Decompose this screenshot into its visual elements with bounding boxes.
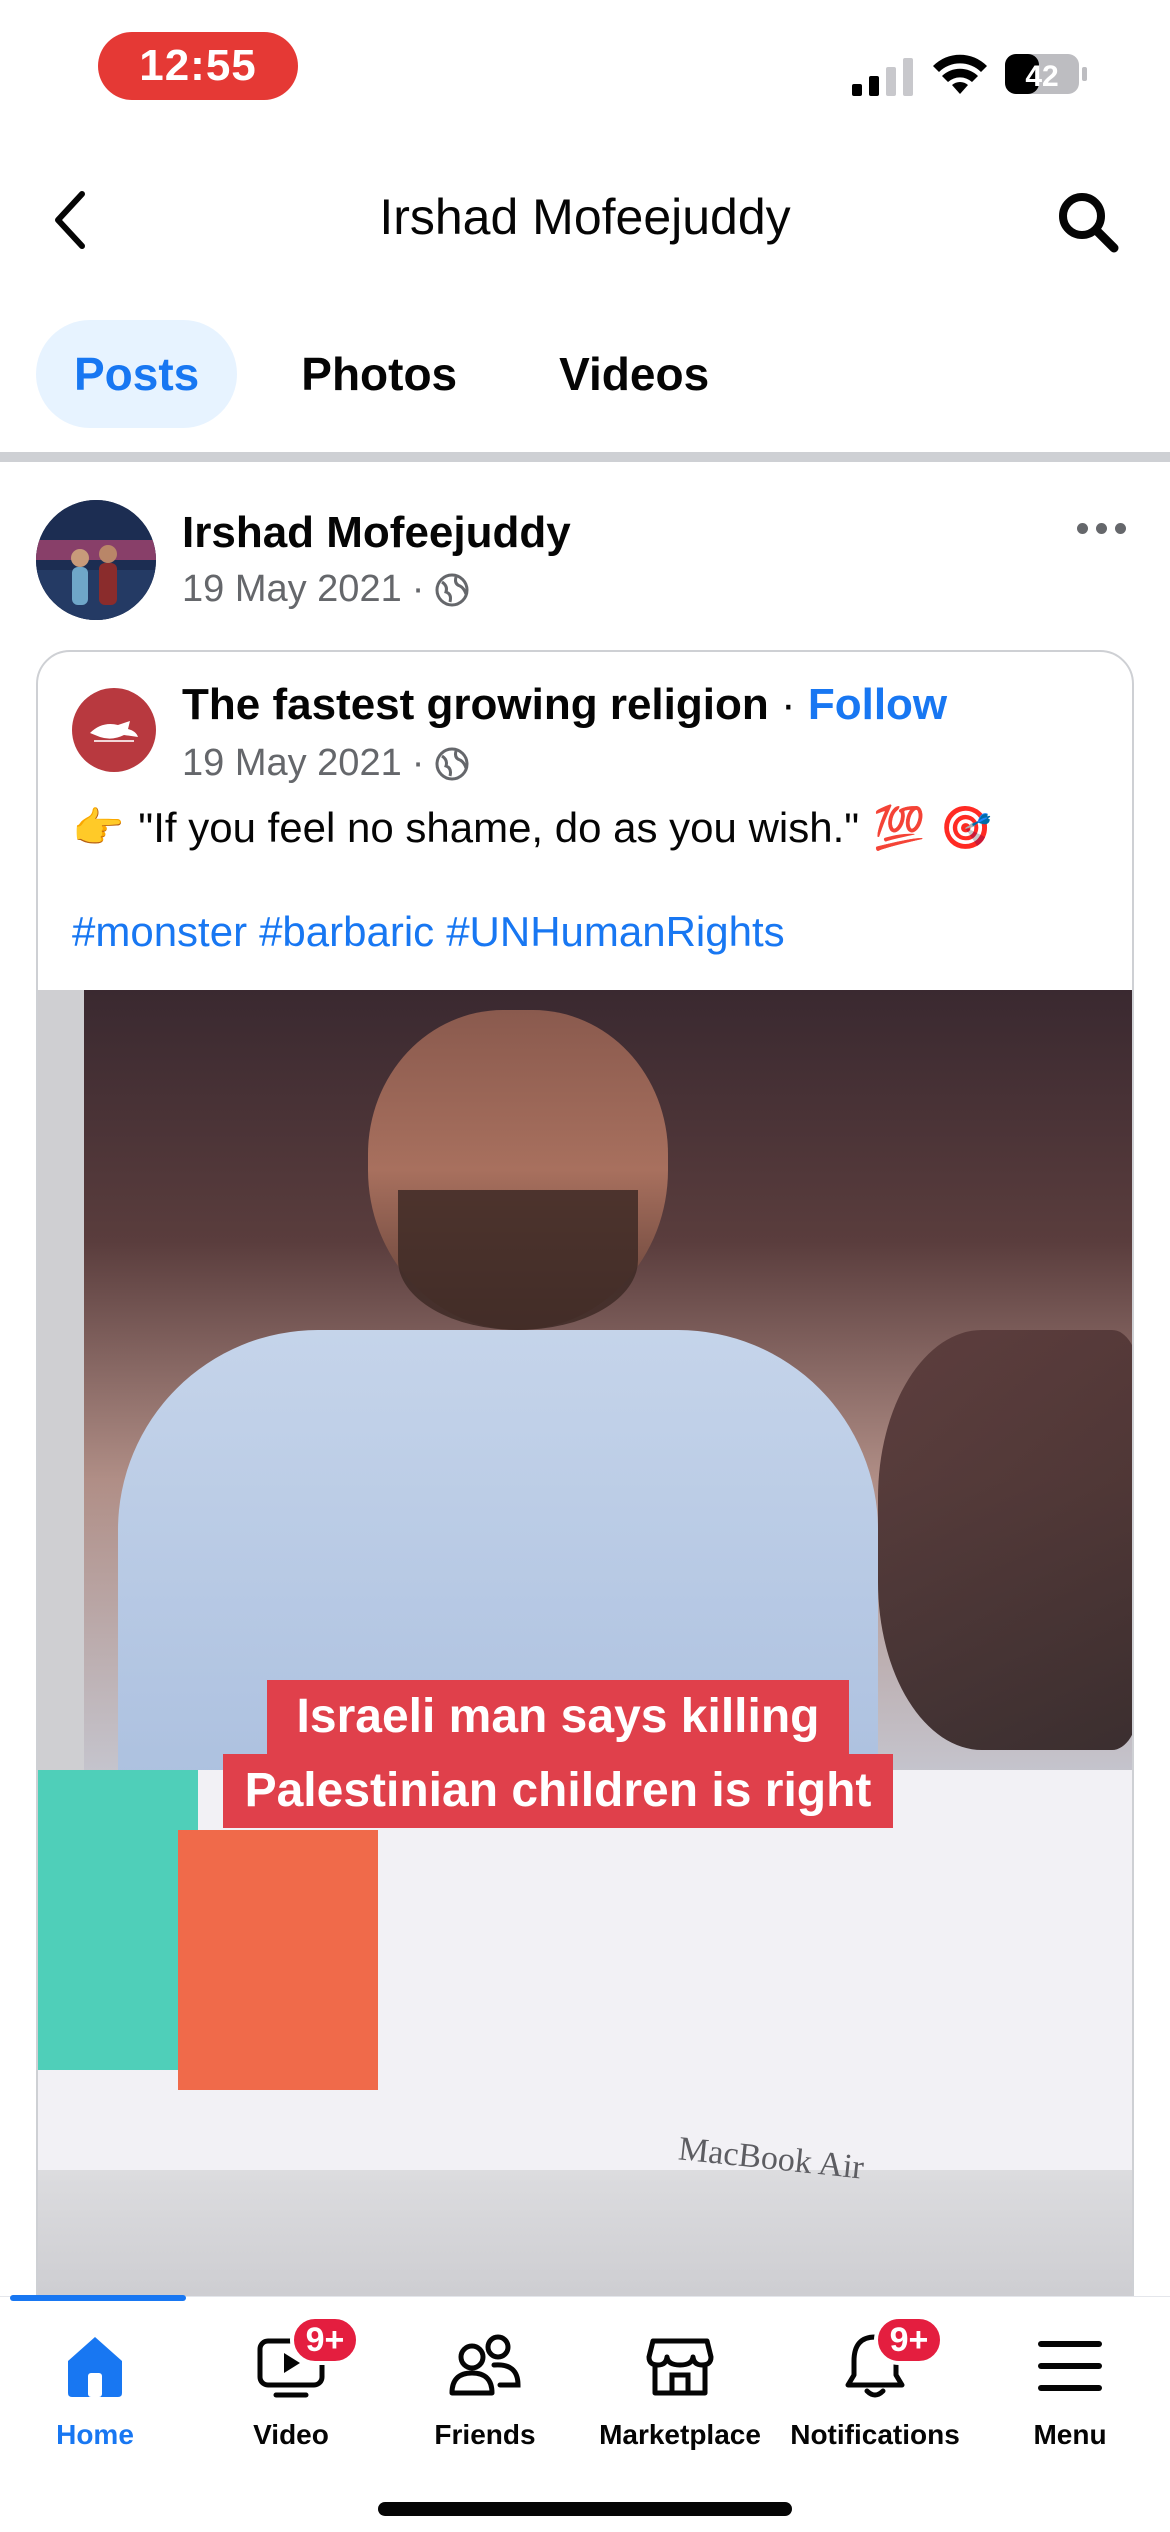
post-date[interactable]: 19 May 2021 <box>182 568 402 611</box>
status-bar: 12:55 42 <box>0 0 1170 140</box>
hashtag-link[interactable]: #barbaric <box>259 908 434 956</box>
follow-button[interactable]: Follow <box>808 680 947 729</box>
profile-tabs: Posts Photos Videos <box>36 320 747 428</box>
more-options-button[interactable] <box>1066 508 1136 548</box>
shared-post-meta: 19 May 2021 · <box>182 742 470 785</box>
page-header: Irshad Mofeejuddy <box>0 160 1170 280</box>
avatar-photo <box>36 500 156 620</box>
post-header: Irshad Mofeejuddy 19 May 2021 · <box>36 498 1136 622</box>
shared-page-name[interactable]: The fastest growing religion <box>182 680 769 729</box>
notifications-badge: 9+ <box>874 2315 944 2365</box>
wifi-icon <box>933 54 987 94</box>
nav-video[interactable]: 9+ Video <box>196 2315 386 2477</box>
more-dot-icon <box>1114 522 1126 534</box>
hashtags: #monster #barbaric #UNHumanRights <box>72 908 785 956</box>
active-tab-indicator <box>10 2295 186 2301</box>
hashtag-link[interactable]: #monster <box>72 908 247 956</box>
search-button[interactable] <box>1050 184 1126 260</box>
post-quote: "If you feel no shame, do as you wish." <box>138 804 860 851</box>
more-dot-icon <box>1076 522 1088 534</box>
nav-notifications-label: Notifications <box>790 2419 960 2450</box>
nav-menu-label: Menu <box>1033 2419 1107 2450</box>
battery-icon: 42 <box>1005 54 1087 94</box>
nav-friends[interactable]: Friends <box>390 2327 580 2477</box>
video-screen-panel <box>38 1770 198 2070</box>
nav-marketplace[interactable]: Marketplace <box>585 2327 775 2477</box>
status-time: 12:55 <box>98 32 298 100</box>
nav-video-label: Video <box>253 2419 329 2450</box>
post-text: 👉 "If you feel no shame, do as you wish.… <box>72 800 1112 856</box>
menu-icon <box>1038 2341 1102 2391</box>
globe-icon <box>435 573 469 606</box>
shared-post-date[interactable]: 19 May 2021 <box>182 742 402 785</box>
meta-separator: · <box>411 742 425 784</box>
video-badge: 9+ <box>290 2315 360 2365</box>
nav-home[interactable]: Home <box>0 2327 190 2477</box>
meta-separator: · <box>411 568 425 610</box>
page-avatar[interactable] <box>72 688 156 772</box>
bottom-navigation: Home 9+ Video Friends Marketplace 9+ Not… <box>0 2295 1170 2532</box>
avatar[interactable] <box>36 500 156 620</box>
chevron-left-icon <box>55 191 85 249</box>
tab-videos[interactable]: Videos <box>521 320 747 428</box>
video-person-beard <box>398 1190 638 1330</box>
marketplace-icon <box>646 2338 714 2396</box>
hashtag-link[interactable]: #UNHumanRights <box>446 908 784 956</box>
video-caption-line: Israeli man says killing <box>266 1680 850 1754</box>
nav-menu[interactable]: Menu <box>975 2327 1165 2477</box>
back-button[interactable] <box>40 184 100 256</box>
battery-level: 42 <box>1025 60 1058 93</box>
page-logo-icon <box>90 721 138 742</box>
post-meta: 19 May 2021 · <box>182 568 470 611</box>
pointing-hand-icon: 👉 <box>72 804 125 851</box>
home-icon <box>68 2337 122 2397</box>
cellular-signal-icon <box>852 58 913 96</box>
title-separator: · <box>780 680 808 729</box>
hundred-points-icon: 💯 <box>873 804 926 851</box>
shared-page-title: The fastest growing religion · Follow <box>182 680 947 730</box>
video-player[interactable]: Israeli man says killing Palestinian chi… <box>38 990 1132 2388</box>
nav-notifications[interactable]: 9+ Notifications <box>780 2315 970 2477</box>
video-caption-line: Palestinian children is right <box>222 1754 894 1828</box>
nav-marketplace-label: Marketplace <box>599 2419 761 2450</box>
more-dot-icon <box>1095 522 1107 534</box>
video-screen-panel <box>178 1830 378 2090</box>
home-indicator[interactable] <box>378 2502 792 2516</box>
shared-post-card[interactable]: The fastest growing religion · Follow 19… <box>36 650 1134 2390</box>
tab-posts[interactable]: Posts <box>36 320 238 428</box>
page-title: Irshad Mofeejuddy <box>379 189 791 245</box>
friends-icon <box>449 2334 521 2396</box>
author-name[interactable]: Irshad Mofeejuddy <box>182 508 571 558</box>
tab-photos[interactable]: Photos <box>263 320 495 428</box>
section-divider <box>0 452 1170 462</box>
nav-home-label: Home <box>56 2419 134 2450</box>
globe-icon <box>435 747 469 780</box>
search-icon <box>1059 193 1119 253</box>
target-icon: 🎯 <box>939 804 992 851</box>
video-caption: Israeli man says killing Palestinian chi… <box>178 1680 938 1828</box>
nav-friends-label: Friends <box>434 2419 536 2450</box>
